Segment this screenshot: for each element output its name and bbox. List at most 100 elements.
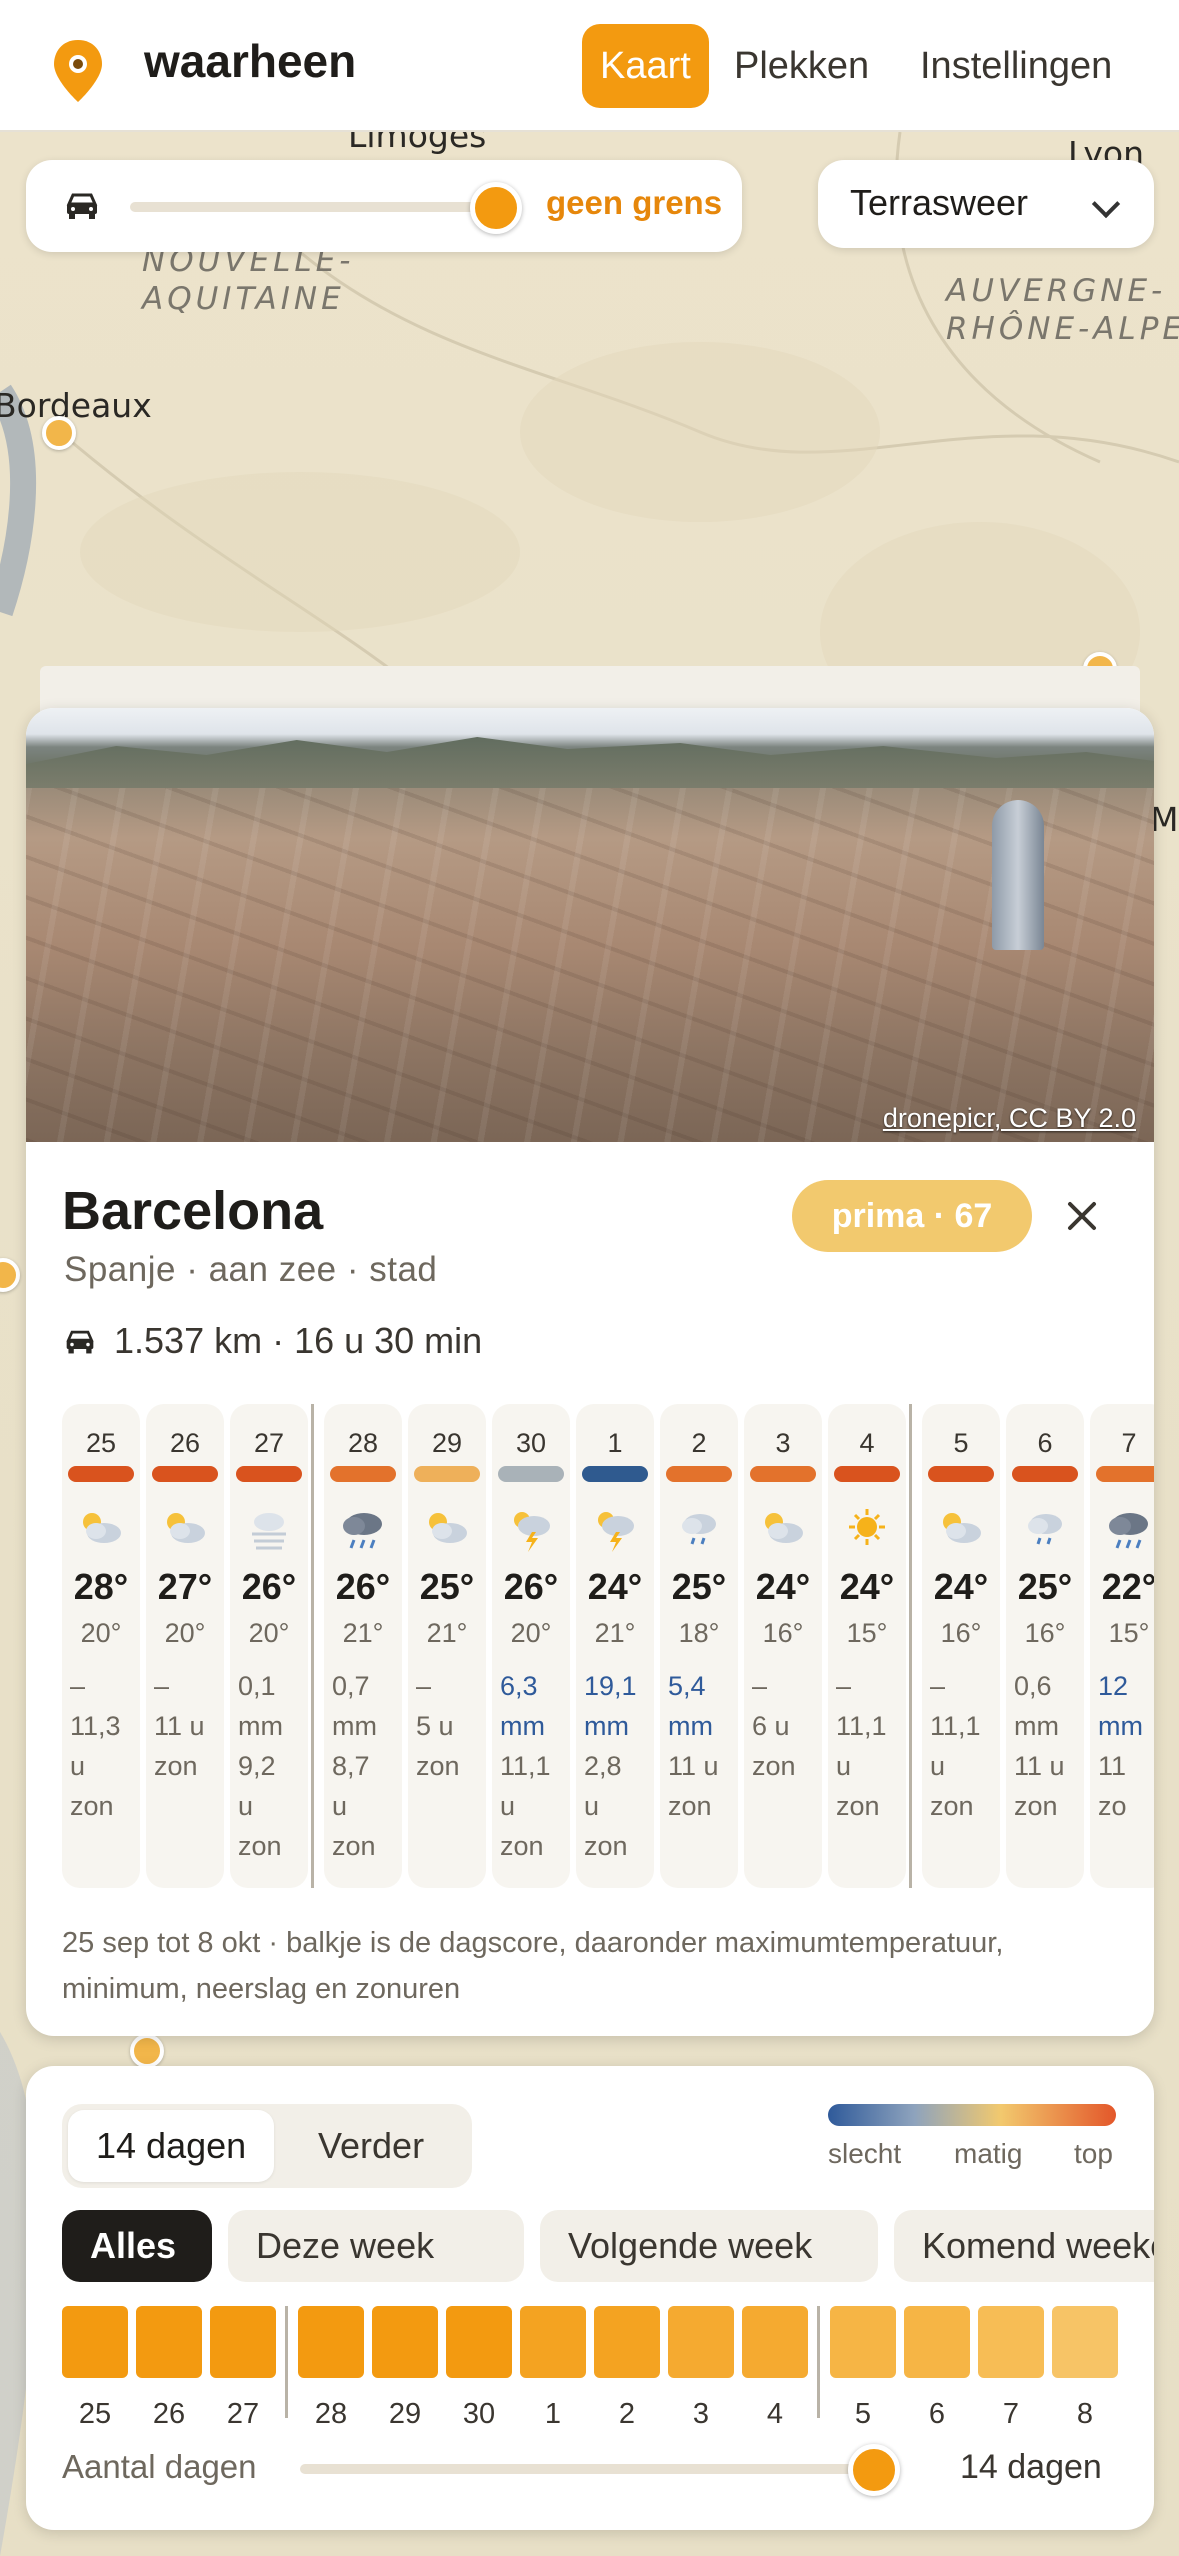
sun-hours: 11,1 u zon <box>500 1746 566 1866</box>
day-toggle[interactable] <box>210 2306 276 2378</box>
rain-line: 0,1 <box>238 1671 276 1701</box>
travel-limit-slider[interactable]: geen grens <box>26 160 742 252</box>
sun-hours-line: 11,1 <box>836 1711 887 1741</box>
tab-instellingen[interactable]: Instellingen <box>902 24 1130 108</box>
sun-hours-line: zon <box>238 1831 282 1861</box>
precipitation: – <box>752 1666 818 1706</box>
day-toggle[interactable] <box>298 2306 364 2378</box>
legend-label-matig: matig <box>954 2138 1023 2169</box>
day-number: 26 <box>169 1428 201 1458</box>
forecast-day[interactable]: 7 22° 15° 12 mm 11 zo <box>1090 1404 1154 1888</box>
sun-hours-line: 2,8 <box>584 1751 622 1781</box>
max-temp: 26° <box>335 1566 391 1607</box>
segment-14-dagen[interactable]: 14 dagen <box>68 2110 275 2182</box>
map-label-ma: Ma <box>1150 800 1179 839</box>
day-toggle[interactable] <box>372 2306 438 2378</box>
day-toggle[interactable] <box>594 2306 660 2378</box>
close-icon[interactable] <box>1060 1194 1104 1238</box>
day-score-bar <box>152 1466 218 1482</box>
forecast-day[interactable]: 6 25° 16° 0,6 mm 11 u zon <box>1006 1404 1084 1888</box>
sun-hours-line: u <box>70 1751 86 1781</box>
day-toggle[interactable] <box>62 2306 128 2378</box>
photo-credit-link[interactable]: dronepicr, CC BY 2.0 <box>883 1103 1136 1134</box>
day-score-bar <box>498 1466 564 1482</box>
day-toggle[interactable] <box>978 2306 1044 2378</box>
day-count-slider-handle[interactable] <box>848 2444 900 2496</box>
sun-hours-line: u <box>584 1791 600 1821</box>
min-temp: 16° <box>762 1618 804 1648</box>
sun-hours-line: zo <box>1098 1791 1127 1821</box>
map-marker[interactable] <box>130 2034 164 2068</box>
rain-line: 6,3 <box>500 1671 538 1701</box>
day-toggle[interactable] <box>446 2306 512 2378</box>
map-label-nouvelle-aquitaine: NOUVELLE- AQUITAINE <box>142 243 355 317</box>
precipitation: 0,6 mm <box>1014 1666 1080 1746</box>
tab-plekken[interactable]: Plekken <box>716 24 887 108</box>
day-toggle[interactable] <box>520 2306 586 2378</box>
rain-line: 5,4 <box>668 1671 706 1701</box>
filter-chip[interactable]: Komend weekend <box>894 2210 1154 2282</box>
map-marker-bordeaux[interactable] <box>42 416 76 450</box>
forecast-day[interactable]: 3 24° 16° – 6 u zon <box>744 1404 822 1888</box>
sun-hours-line: zon <box>500 1831 544 1861</box>
forecast-day[interactable]: 1 24° 21° 19,1 mm 2,8 u zon <box>576 1404 654 1888</box>
max-temp: 27° <box>157 1566 213 1607</box>
day-toggle[interactable] <box>668 2306 734 2378</box>
min-temp: 20° <box>164 1618 206 1648</box>
rain-line: mm <box>1098 1711 1143 1741</box>
sun-hours: 2,8 u zon <box>584 1746 650 1866</box>
forecast-day[interactable]: 30 26° 20° 6,3 mm 11,1 u zon <box>492 1404 570 1888</box>
filter-chip[interactable]: Deze week <box>228 2210 524 2282</box>
day-toggle[interactable] <box>1052 2306 1118 2378</box>
day-count-slider-track[interactable] <box>300 2464 878 2474</box>
profile-dropdown[interactable]: Terrasweer <box>818 160 1154 248</box>
tab-kaart[interactable]: Kaart <box>582 24 709 108</box>
day-toggle-label: 8 <box>1076 2398 1094 2430</box>
day-toggle[interactable] <box>904 2306 970 2378</box>
rain-line: mm <box>584 1711 629 1741</box>
forecast-day[interactable]: 29 25° 21° – 5 u zon <box>408 1404 486 1888</box>
day-toggle[interactable] <box>136 2306 202 2378</box>
score-legend-gradient <box>828 2104 1116 2126</box>
day-toggle[interactable] <box>830 2306 896 2378</box>
rain-line: – <box>416 1671 432 1701</box>
travel-distance: 1.537 km · 16 u 30 min <box>64 1320 482 1362</box>
day-score-bar <box>1012 1466 1078 1482</box>
max-temp: 22° <box>1101 1566 1154 1607</box>
filter-chip[interactable]: Alles <box>62 2210 212 2282</box>
day-toggle[interactable] <box>742 2306 808 2378</box>
sun-hours: 11,1 u zon <box>836 1706 902 1826</box>
segment-verder[interactable]: Verder <box>290 2110 452 2182</box>
week-separator <box>285 2306 288 2418</box>
forecast-day[interactable]: 28 26° 21° 0,7 mm 8,7 u zon <box>324 1404 402 1888</box>
filter-chip[interactable]: Volgende week <box>540 2210 878 2282</box>
sun-hours-line: 11,3 <box>70 1711 121 1741</box>
max-temp: 24° <box>587 1566 643 1607</box>
forecast-day[interactable]: 26 27° 20° – 11 u zon <box>146 1404 224 1888</box>
forecast-strip[interactable]: 25 28° 20° –11,3 u zon 26 27° 20° –11 u zon 27 26° 20… <box>62 1404 1154 1898</box>
min-temp: 16° <box>1024 1618 1066 1648</box>
forecast-day[interactable]: 2 25° 18° 5,4 mm 11 u zon <box>660 1404 738 1888</box>
precipitation: 6,3 mm <box>500 1666 566 1746</box>
sun-hours-line: zon <box>836 1791 880 1821</box>
min-temp: 20° <box>510 1618 552 1648</box>
day-score-bar <box>834 1466 900 1482</box>
day-number: 2 <box>691 1428 707 1458</box>
precipitation: – <box>154 1666 220 1706</box>
day-toggle-label: 1 <box>544 2398 562 2430</box>
max-temp: 25° <box>1017 1566 1073 1607</box>
rain-line: – <box>70 1671 86 1701</box>
forecast-day[interactable]: 25 28° 20° – 11,3 u zon <box>62 1404 140 1888</box>
forecast-day[interactable]: 5 24° 16° – 11,1 u zon <box>922 1404 1000 1888</box>
forecast-day[interactable]: 27 26° 20° 0,1 mm 9,2 u zon <box>230 1404 308 1888</box>
legend-label-slecht: slecht <box>828 2138 902 2169</box>
travel-slider-track[interactable] <box>130 202 496 212</box>
sun-hours-line: zon <box>332 1831 376 1861</box>
day-number: 25 <box>85 1428 117 1458</box>
map-label-auvergne: AUVERGNE- RHÔNE-ALPE <box>946 273 1179 347</box>
rain-line: mm <box>238 1711 283 1741</box>
forecast-day[interactable]: 4 24° 15° – 11,1 u zon <box>828 1404 906 1888</box>
travel-slider-handle[interactable] <box>470 182 522 234</box>
sun-hours-line: 5 u <box>416 1711 454 1741</box>
sun-hours-line: 11 <box>1098 1751 1127 1781</box>
